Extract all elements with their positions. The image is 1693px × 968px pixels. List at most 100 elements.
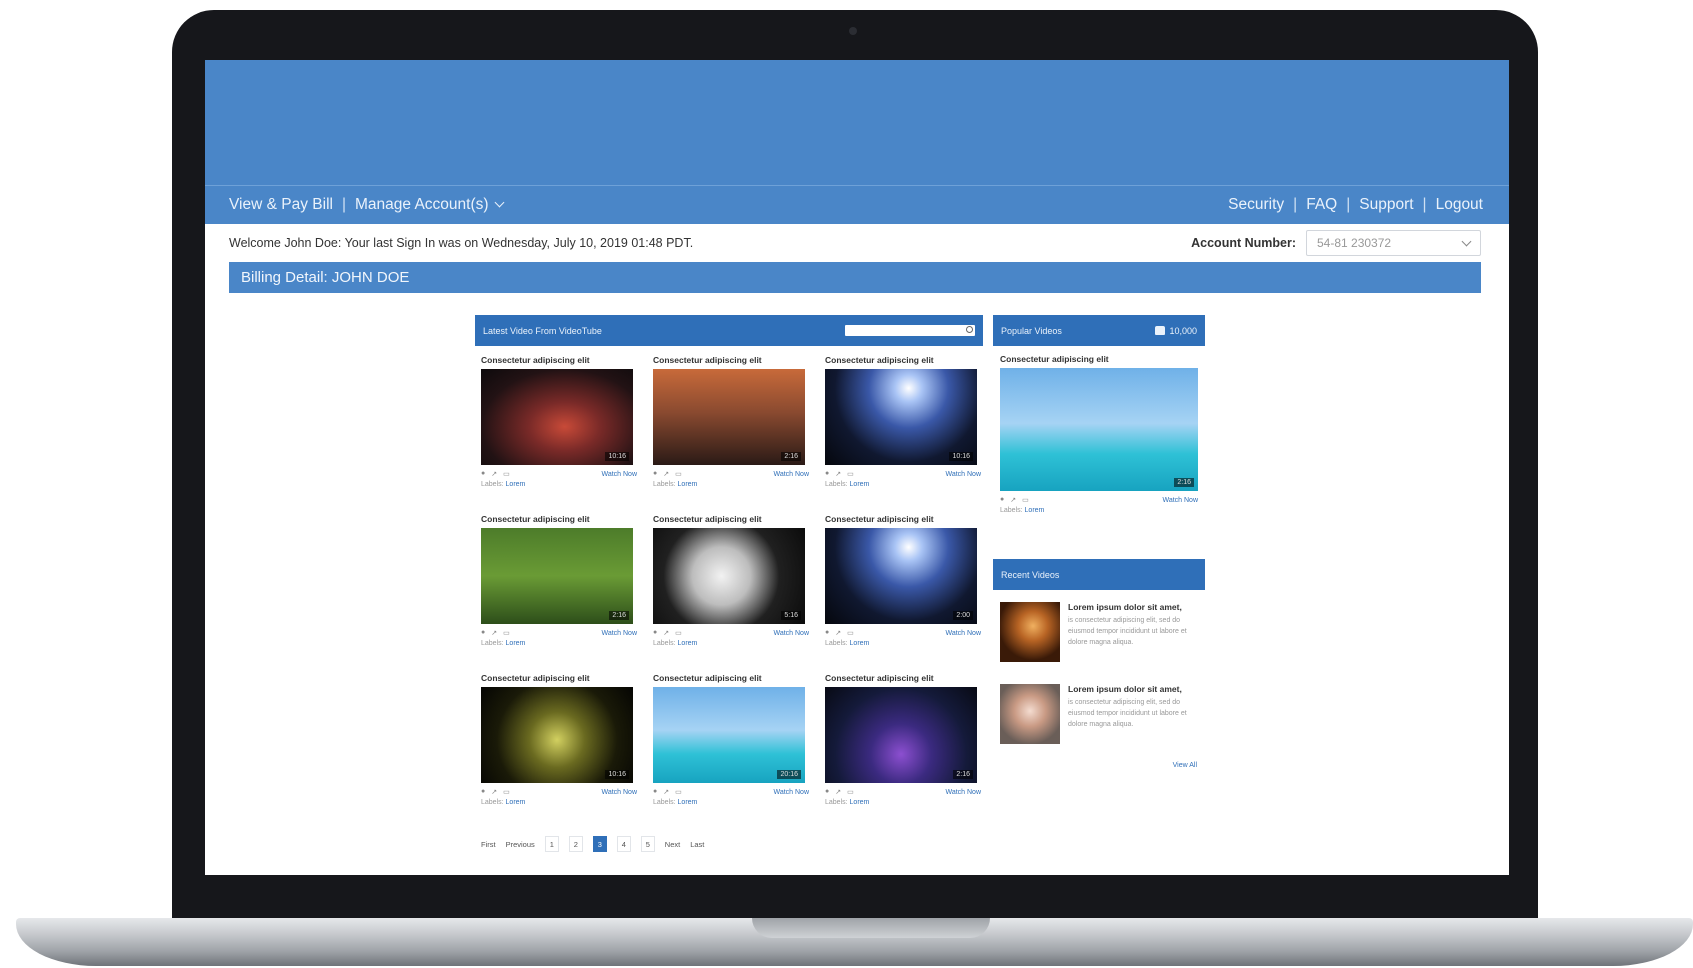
recent-video-title[interactable]: Lorem ipsum dolor sit amet, [1068,684,1198,694]
share-icon[interactable]: ↗ [491,629,497,637]
recent-video-item[interactable]: Lorem ipsum dolor sit amet, is consectet… [993,672,1205,754]
label-link[interactable]: Lorem [850,481,870,488]
label-link[interactable]: Lorem [850,640,870,647]
nav-support[interactable]: Support [1359,196,1413,214]
recent-video-item[interactable]: Lorem ipsum dolor sit amet, is consectet… [993,590,1205,672]
eye-icon[interactable]: ● [825,629,829,637]
watch-now-link[interactable]: Watch Now [945,789,981,796]
recent-video-thumbnail[interactable] [1000,684,1060,744]
recent-video-title[interactable]: Lorem ipsum dolor sit amet, [1068,602,1198,612]
video-card[interactable]: Consectetur adipiscing elit 2:16 ● ↗ ▭ Watch … [825,673,981,816]
eye-icon[interactable]: ● [653,629,657,637]
eye-icon[interactable]: ● [653,788,657,796]
video-card[interactable]: Consectetur adipiscing elit 2:16 ● ↗ ▭ Watch … [653,355,809,498]
recent-video-thumbnail[interactable] [1000,602,1060,662]
thumbs-up-icon [1155,326,1166,335]
search-icon[interactable] [966,326,973,333]
watch-now-link[interactable]: Watch Now [773,471,809,478]
label-link[interactable]: Lorem [506,799,526,806]
video-thumbnail[interactable]: 20:16 [653,687,805,783]
nav-security[interactable]: Security [1228,196,1284,214]
video-thumbnail[interactable]: 2:16 [825,687,977,783]
pager-page-5[interactable]: 5 [640,836,655,852]
nav-view-pay-bill[interactable]: View & Pay Bill [229,196,333,214]
video-thumbnail[interactable]: 10:16 [481,687,633,783]
nav-manage-accounts[interactable]: Manage Account(s) [355,196,504,214]
video-card[interactable]: Consectetur adipiscing elit 10:16 ● ↗ ▭ Watch… [481,355,637,498]
label-link[interactable]: Lorem [506,481,526,488]
watch-now-link[interactable]: Watch Now [773,789,809,796]
comment-icon[interactable]: ▭ [675,470,682,478]
video-duration: 5:16 [781,611,801,620]
label-link[interactable]: Lorem [678,799,698,806]
comment-icon[interactable]: ▭ [1022,496,1029,504]
share-icon[interactable]: ↗ [835,788,841,796]
eye-icon[interactable]: ● [825,788,829,796]
comment-icon[interactable]: ▭ [847,788,854,796]
video-thumbnail[interactable]: 2:16 [481,528,633,624]
label-link[interactable]: Lorem [506,640,526,647]
share-icon[interactable]: ↗ [491,788,497,796]
pager-page-3[interactable]: 3 [592,836,607,852]
watch-now-link[interactable]: Watch Now [1162,497,1198,504]
watch-now-link[interactable]: Watch Now [601,630,637,637]
label-link[interactable]: Lorem [850,799,870,806]
eye-icon[interactable]: ● [1000,496,1004,504]
video-search-input[interactable] [845,325,975,336]
share-icon[interactable]: ↗ [835,470,841,478]
video-thumbnail[interactable]: 10:16 [825,369,977,465]
video-title: Consectetur adipiscing elit [1000,354,1109,364]
comment-icon[interactable]: ▭ [847,629,854,637]
watch-now-link[interactable]: Watch Now [773,630,809,637]
pager-last[interactable]: Last [690,840,704,849]
eye-icon[interactable]: ● [481,788,485,796]
video-card[interactable]: Consectetur adipiscing elit 5:16 ● ↗ ▭ Watch … [653,514,809,657]
view-all-link[interactable]: View All [993,754,1205,769]
comment-icon[interactable]: ▭ [503,629,510,637]
watch-now-link[interactable]: Watch Now [601,789,637,796]
video-thumbnail[interactable]: 10:16 [481,369,633,465]
nav-separator: | [1422,196,1427,213]
video-thumbnail[interactable]: 2:16 [653,369,805,465]
label-link[interactable]: Lorem [1025,507,1045,514]
share-icon[interactable]: ↗ [663,629,669,637]
eye-icon[interactable]: ● [653,470,657,478]
nav-faq[interactable]: FAQ [1306,196,1337,214]
video-thumbnail[interactable]: 5:16 [653,528,805,624]
pager-page-4[interactable]: 4 [616,836,631,852]
share-icon[interactable]: ↗ [491,470,497,478]
share-icon[interactable]: ↗ [663,470,669,478]
watch-now-link[interactable]: Watch Now [601,471,637,478]
video-card[interactable]: Consectetur adipiscing elit 20:16 ● ↗ ▭ Watch… [653,673,809,816]
share-icon[interactable]: ↗ [1010,496,1016,504]
eye-icon[interactable]: ● [481,470,485,478]
label-link[interactable]: Lorem [678,481,698,488]
video-thumbnail[interactable]: 2:16 [1000,368,1198,491]
watch-now-link[interactable]: Watch Now [945,471,981,478]
pager-first[interactable]: First [481,840,496,849]
share-icon[interactable]: ↗ [663,788,669,796]
watch-now-link[interactable]: Watch Now [945,630,981,637]
like-count: 10,000 [1155,326,1197,336]
popular-video-card[interactable]: Consectetur adipiscing elit 2:16 ● ↗ ▭ W… [993,346,1205,551]
video-card[interactable]: Consectetur adipiscing elit 2:00 ● ↗ ▭ Watch … [825,514,981,657]
video-card[interactable]: Consectetur adipiscing elit 2:16 ● ↗ ▭ Watch … [481,514,637,657]
pager-page-1[interactable]: 1 [544,836,559,852]
nav-logout[interactable]: Logout [1436,196,1483,214]
label-link[interactable]: Lorem [678,640,698,647]
comment-icon[interactable]: ▭ [503,470,510,478]
eye-icon[interactable]: ● [481,629,485,637]
account-number-select[interactable]: 54-81 230372 [1306,230,1481,256]
video-card[interactable]: Consectetur adipiscing elit 10:16 ● ↗ ▭ Watch… [481,673,637,816]
video-card[interactable]: Consectetur adipiscing elit 10:16 ● ↗ ▭ Watch… [825,355,981,498]
comment-icon[interactable]: ▭ [847,470,854,478]
share-icon[interactable]: ↗ [835,629,841,637]
pager-next[interactable]: Next [665,840,680,849]
comment-icon[interactable]: ▭ [675,629,682,637]
video-thumbnail[interactable]: 2:00 [825,528,977,624]
pager-previous[interactable]: Previous [506,840,535,849]
pager-page-2[interactable]: 2 [568,836,583,852]
eye-icon[interactable]: ● [825,470,829,478]
comment-icon[interactable]: ▭ [675,788,682,796]
comment-icon[interactable]: ▭ [503,788,510,796]
